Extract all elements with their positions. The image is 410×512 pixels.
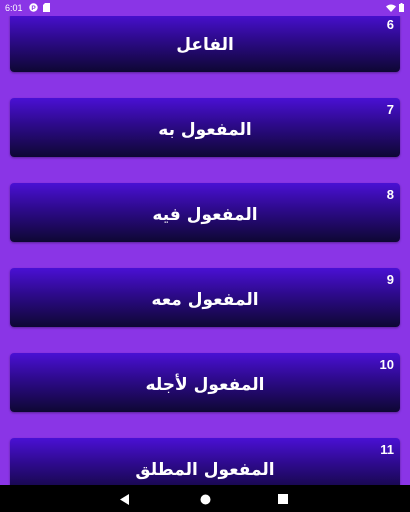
item-number: 11 bbox=[380, 442, 394, 457]
list-item[interactable]: 8 المفعول فيه bbox=[10, 183, 400, 242]
item-number: 8 bbox=[386, 187, 394, 202]
item-title: المفعول المطلق bbox=[135, 460, 275, 480]
item-title: المفعول به bbox=[158, 120, 252, 140]
recents-icon[interactable] bbox=[276, 492, 290, 506]
status-right-icons bbox=[386, 3, 404, 14]
item-title: المفعول فيه bbox=[152, 205, 258, 225]
list-item[interactable]: 6 الفاعل bbox=[10, 13, 400, 72]
item-number: 10 bbox=[379, 357, 394, 372]
wifi-icon bbox=[386, 4, 396, 14]
svg-text:P: P bbox=[31, 5, 36, 12]
navigation-bar bbox=[0, 485, 410, 512]
list-item[interactable]: 7 المفعول به bbox=[10, 98, 400, 157]
item-number: 9 bbox=[386, 272, 394, 287]
item-title: الفاعل bbox=[176, 35, 234, 55]
item-title: المفعول لأجله bbox=[145, 375, 265, 395]
p-badge-icon: P bbox=[29, 3, 38, 12]
status-time: 6:01 bbox=[5, 3, 23, 13]
lesson-list[interactable]: 6 الفاعل 7 المفعول به 8 المفعول فيه 9 ال… bbox=[0, 0, 410, 485]
status-bar: 6:01 P bbox=[0, 0, 410, 16]
item-title: المفعول معه bbox=[151, 290, 259, 310]
back-icon[interactable] bbox=[118, 492, 132, 506]
item-number: 6 bbox=[386, 17, 394, 32]
battery-icon bbox=[399, 3, 404, 14]
home-icon[interactable] bbox=[198, 492, 212, 506]
item-number: 7 bbox=[386, 102, 394, 117]
list-item[interactable]: 11 المفعول المطلق bbox=[10, 438, 400, 485]
sd-card-icon bbox=[42, 3, 51, 12]
list-item[interactable]: 10 المفعول لأجله bbox=[10, 353, 400, 412]
list-item[interactable]: 9 المفعول معه bbox=[10, 268, 400, 327]
